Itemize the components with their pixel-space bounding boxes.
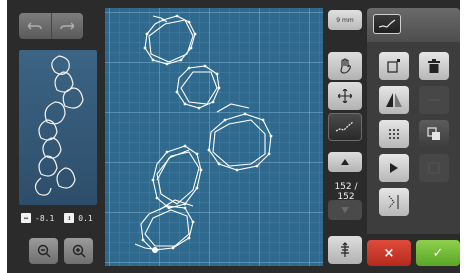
play-button[interactable] bbox=[379, 154, 409, 182]
zoom-out-icon bbox=[37, 244, 50, 258]
view-tool-column: 9 mm 152 / 152 bbox=[325, 0, 367, 273]
zoom-in-button[interactable] bbox=[64, 238, 93, 264]
zoom-in-icon bbox=[72, 244, 85, 258]
hand-icon bbox=[340, 58, 351, 74]
hand-tool-button[interactable] bbox=[328, 52, 362, 80]
scatter-icon bbox=[388, 195, 399, 209]
x-value: -8.1 bbox=[35, 213, 55, 223]
panel-header bbox=[367, 8, 460, 42]
zoom-controls bbox=[29, 238, 93, 264]
disabled-button-2 bbox=[419, 154, 449, 182]
play-icon bbox=[390, 163, 398, 173]
triangle-down-icon bbox=[341, 207, 349, 213]
stitch-edit-panel: × ✓ bbox=[367, 8, 460, 266]
delete-icon bbox=[428, 59, 440, 73]
ok-icon: ✓ bbox=[432, 245, 444, 261]
triangle-up-icon bbox=[341, 159, 349, 165]
disabled-button-1 bbox=[419, 86, 449, 114]
copy-button[interactable] bbox=[419, 120, 449, 148]
stitch-edit-canvas[interactable] bbox=[105, 8, 323, 266]
cancel-icon: × bbox=[383, 245, 395, 261]
insert-point-button[interactable] bbox=[379, 52, 409, 80]
next-point-button[interactable] bbox=[328, 200, 362, 220]
redo-button[interactable] bbox=[50, 13, 84, 39]
coordinate-readout: ↔ -8.1 ↕ 0.1 bbox=[21, 210, 99, 226]
align-center-icon bbox=[341, 242, 349, 257]
grid-size-label: 9 mm bbox=[336, 16, 354, 24]
point-counter: 152 / 152 bbox=[334, 182, 358, 202]
dotted-grid-button[interactable] bbox=[379, 120, 409, 148]
panel-button-grid bbox=[367, 42, 460, 234]
ok-button[interactable]: ✓ bbox=[416, 240, 460, 266]
grid-size-button[interactable]: 9 mm bbox=[328, 10, 362, 30]
disabled-icon bbox=[428, 162, 440, 174]
mirror-icon bbox=[386, 93, 402, 107]
stitch-line-icon bbox=[378, 19, 396, 28]
preview-stitch-path bbox=[34, 55, 84, 196]
redo-icon bbox=[60, 22, 75, 30]
undo-button[interactable] bbox=[19, 13, 51, 39]
cancel-button[interactable]: × bbox=[367, 240, 411, 266]
stitch-edit-tool-button[interactable] bbox=[328, 113, 362, 141]
edit-mode-button[interactable] bbox=[373, 14, 401, 34]
disabled-icon bbox=[428, 99, 440, 101]
scatter-button[interactable] bbox=[379, 188, 409, 216]
dotted-grid-icon bbox=[389, 129, 399, 139]
x-position-icon: ↔ bbox=[21, 213, 31, 223]
y-position-icon: ↕ bbox=[64, 213, 75, 223]
mirror-button[interactable] bbox=[379, 86, 409, 114]
copy-icon bbox=[427, 127, 440, 140]
delete-button[interactable] bbox=[419, 52, 449, 80]
y-value: 0.1 bbox=[78, 213, 93, 223]
undo-redo-group bbox=[19, 13, 83, 39]
embroidery-editor-screen: ↔ -8.1 ↕ 0.1 9 mm 152 / 152 × ✓ bbox=[7, 0, 460, 273]
zoom-out-button[interactable] bbox=[29, 238, 58, 264]
insert-point-icon bbox=[387, 59, 400, 73]
previous-point-button[interactable] bbox=[328, 152, 362, 172]
move-icon bbox=[338, 89, 352, 103]
center-align-button[interactable] bbox=[328, 236, 362, 264]
stitch-line-icon bbox=[335, 121, 354, 132]
current-point-marker[interactable] bbox=[152, 247, 158, 253]
stitch-path bbox=[134, 14, 273, 253]
design-preview bbox=[19, 50, 97, 205]
undo-icon bbox=[27, 22, 42, 30]
move-tool-button[interactable] bbox=[328, 82, 362, 110]
